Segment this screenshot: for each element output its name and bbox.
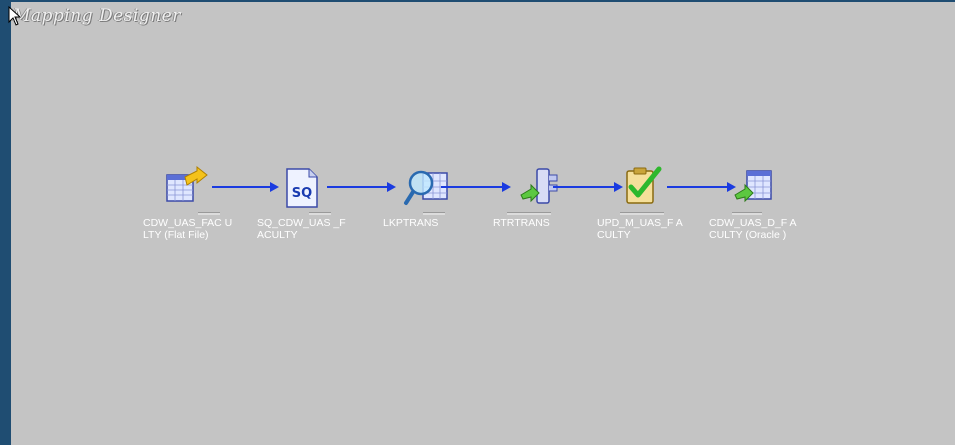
port-stub <box>198 212 220 215</box>
link-arrow[interactable] <box>553 180 624 194</box>
link-arrow[interactable] <box>441 180 512 194</box>
port-stub <box>423 212 445 215</box>
link-arrow[interactable] <box>327 180 397 194</box>
port-stub <box>620 212 664 215</box>
window-left-border <box>0 0 11 445</box>
port-stub <box>507 212 551 215</box>
source-qualifier-icon: SQ <box>286 168 318 208</box>
node-label: UPD_M_UAS_F ACULTY <box>597 217 683 241</box>
node-label: RTRTRANS <box>493 217 550 229</box>
transformation-router[interactable]: RTRTRANS <box>491 165 581 255</box>
transformation-target-oracle[interactable]: CDW_UAS_D_F ACULTY (Oracle ) <box>707 165 797 255</box>
transformation-lookup[interactable]: LKPTRANS <box>381 165 471 255</box>
link-arrow[interactable] <box>667 180 737 194</box>
port-stub <box>309 212 331 215</box>
node-label: CDW_UAS_D_F ACULTY (Oracle ) <box>709 217 797 241</box>
svg-text:SQ: SQ <box>292 186 312 201</box>
link-arrow[interactable] <box>212 180 280 194</box>
transformation-source-flat-file[interactable]: CDW_UAS_FAC ULTY (Flat File) <box>141 165 233 255</box>
port-stub <box>732 212 762 215</box>
flat-file-source-icon <box>166 165 208 202</box>
node-label: CDW_UAS_FAC ULTY (Flat File) <box>143 217 233 241</box>
mouse-cursor-icon <box>8 6 22 26</box>
update-strategy-icon <box>626 166 662 204</box>
transformation-source-qualifier[interactable]: SQ SQ_CDW_UAS _FACULTY <box>255 165 346 255</box>
transformation-update-strategy[interactable]: UPD_M_UAS_F ACULTY <box>595 165 685 255</box>
node-label: SQ_CDW_UAS _FACULTY <box>257 217 346 241</box>
node-label: LKPTRANS <box>383 217 439 229</box>
window-title: Mapping Designer <box>13 6 181 26</box>
